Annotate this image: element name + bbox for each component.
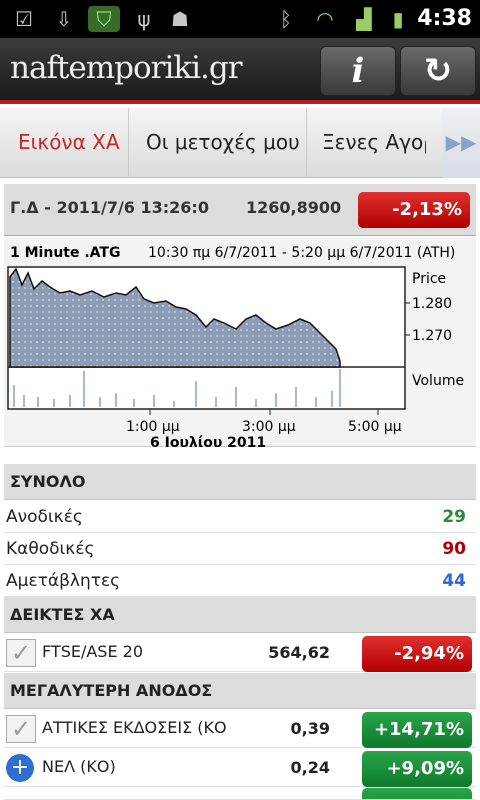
price-axis-label: Price — [412, 271, 446, 287]
refresh-button[interactable]: ↻ — [400, 46, 476, 96]
refresh-icon: ↻ — [423, 51, 453, 91]
android-icon: ☗ — [171, 7, 189, 31]
shield-icon: ⛉ — [88, 6, 120, 32]
checkbox-icon[interactable]: ✓ — [6, 715, 36, 743]
x-tick-5pm: 5:00 μμ — [348, 419, 402, 435]
summary-row-rising: Ανοδικές 29 — [4, 501, 476, 533]
gainer-row-3-partial[interactable] — [4, 788, 476, 800]
wifi-icon: ◠ — [316, 7, 334, 31]
y-tick-1270: 1.270 — [412, 328, 452, 344]
chart-range: 10:30 πμ 6/7/2011 - 5:20 μμ 6/7/2011 (AT… — [148, 245, 455, 261]
logo: naftemporiki.gr — [10, 50, 243, 86]
intraday-chart[interactable]: 1 Minute .ATG 10:30 πμ 6/7/2011 - 5:20 μ… — [4, 237, 476, 451]
more-tabs-button[interactable]: ▶▶ — [442, 108, 480, 178]
x-tick-3pm: 3:00 μμ — [242, 419, 296, 435]
summary-row-falling: Καθοδικές 90 — [4, 533, 476, 565]
summary-row-unchanged: Αμετάβλητες 44 — [4, 565, 476, 597]
volume-axis-label: Volume — [412, 373, 464, 389]
checkbox-icon[interactable]: ✓ — [6, 639, 36, 667]
summary-section-title: ΣΥΝΟΛΟ — [4, 464, 476, 500]
signal-icon: ▟ — [356, 7, 372, 31]
usb-icon: ψ — [137, 7, 151, 31]
tab-bar: Εικόνα ΧΑ Οι μετοχές μου Ξενες Αγορ ▶▶ — [0, 108, 480, 178]
gainers-section-title: ΜΕΓΑΛΥΤΕΡΗ ΑΝΟΔΟΣ — [4, 673, 476, 709]
info-icon: i — [351, 51, 365, 91]
index-value: 1260,8900 — [246, 198, 342, 217]
battery-icon: ▮ — [392, 7, 404, 31]
x-tick-1pm: 1:00 μμ — [126, 419, 180, 435]
bluetooth-icon: ᛒ — [280, 7, 292, 31]
gainer-row-1[interactable]: ✓ ΑΤΤΙΚΕΣ ΕΚΔΟΣΕΙΣ (ΚΟ 0,39 +14,71% — [4, 710, 476, 748]
tab-market-overview[interactable]: Εικόνα ΧΑ — [18, 108, 120, 178]
index-row-ftse[interactable]: ✓ FTSE/ASE 20 564,62 -2,94% — [4, 634, 476, 672]
y-tick-1280: 1.280 — [412, 296, 452, 312]
tab-foreign-markets[interactable]: Ξενες Αγορ — [322, 108, 426, 178]
download-icon: ⇩ — [55, 7, 73, 31]
index-header[interactable]: Γ.Δ - 2011/7/6 13:26:0 1260,8900 -2,13% — [4, 184, 476, 236]
chart-title: 1 Minute .ATG — [10, 245, 120, 261]
info-button[interactable]: i — [320, 46, 396, 96]
clock: 4:38 — [417, 6, 472, 31]
check-icon: ☑ — [15, 7, 33, 31]
app-header: naftemporiki.gr i ↻ — [0, 38, 480, 104]
index-name: Γ.Δ - 2011/7/6 13:26:0 — [10, 198, 209, 217]
chart-date: 6 Ιουλίου 2011 — [150, 435, 266, 447]
add-icon[interactable]: + — [6, 754, 34, 782]
gainer-row-2[interactable]: + ΝΕΛ (ΚΟ) 0,24 +9,09% — [4, 749, 476, 787]
content-panel: Γ.Δ - 2011/7/6 13:26:0 1260,8900 -2,13% … — [4, 184, 476, 800]
tab-my-stocks[interactable]: Οι μετοχές μου — [146, 108, 300, 178]
indices-section-title: ΔΕΙΚΤΕΣ ΧΑ — [4, 597, 476, 633]
index-change-badge: -2,13% — [358, 192, 470, 228]
status-bar: ☑ ⇩ ⛉ ψ ☗ ᛒ ◠ ▟ ▮ 4:38 — [0, 0, 480, 38]
chart-svg: 1 Minute .ATG 10:30 πμ 6/7/2011 - 5:20 μ… — [7, 245, 464, 451]
